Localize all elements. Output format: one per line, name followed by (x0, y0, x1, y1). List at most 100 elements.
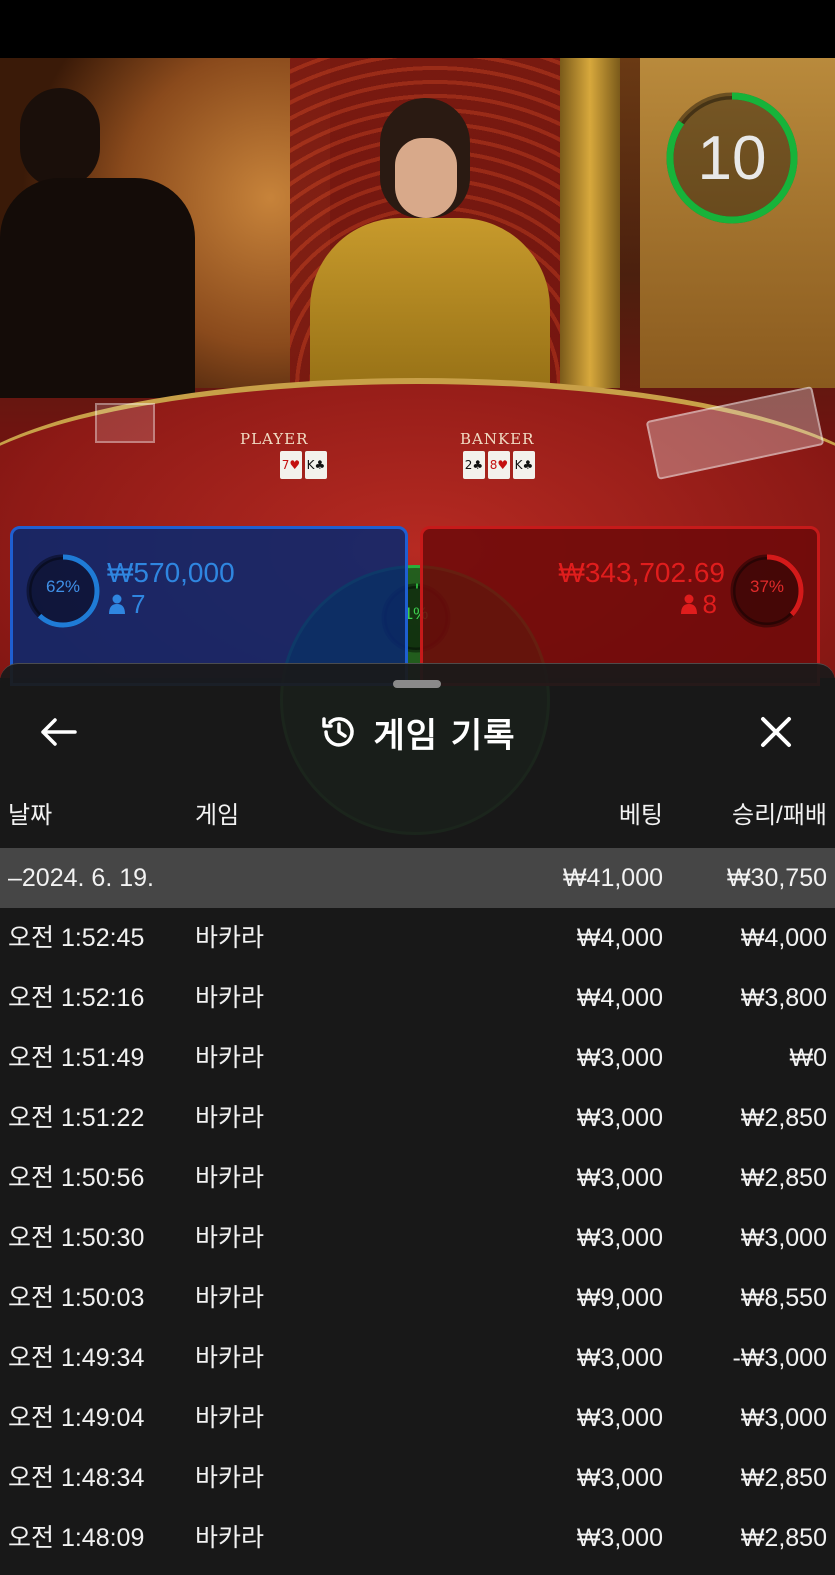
row-time: 오전 1:50:56 (8, 1164, 145, 1192)
table-row[interactable]: 오전 1:51:49 바카라 ₩3,000 ₩0 (0, 1028, 835, 1088)
row-win-loss: ₩3,000 (740, 1224, 827, 1252)
row-time: 오전 1:49:34 (8, 1344, 145, 1372)
status-bar (0, 0, 835, 58)
column-header-bet[interactable]: 베팅 (619, 786, 663, 846)
timer-value: 10 (697, 123, 767, 193)
date-group-date: –2024. 6. 19. (8, 864, 154, 892)
row-win-loss: ₩3,000 (740, 1404, 827, 1432)
row-time: 오전 1:51:49 (8, 1044, 145, 1072)
row-game: 바카라 (195, 1284, 265, 1312)
playing-card: 8♥ (488, 451, 510, 479)
back-button[interactable] (30, 704, 86, 760)
column-header-game[interactable]: 게임 (195, 786, 239, 846)
row-win-loss: ₩2,850 (740, 1524, 827, 1552)
row-win-loss: ₩0 (789, 1044, 828, 1072)
row-game: 바카라 (195, 924, 265, 952)
row-game: 바카라 (195, 1104, 265, 1132)
playing-card: 2♣ (463, 451, 485, 479)
row-win-loss: ₩8,550 (740, 1284, 827, 1312)
row-win-loss: ₩2,850 (740, 1104, 827, 1132)
column-header-win-loss[interactable]: 승리/패배 (732, 786, 827, 846)
history-icon (321, 717, 354, 747)
row-time: 오전 1:51:22 (8, 1104, 145, 1132)
sheet-drag-handle[interactable] (393, 680, 441, 688)
row-bet: ₩3,000 (576, 1224, 663, 1252)
table-row[interactable]: 오전 1:50:03 바카라 ₩9,000 ₩8,550 (0, 1268, 835, 1328)
banker-percent: 37% (749, 577, 785, 596)
player-bet-amount: ₩570,000 (107, 557, 235, 588)
row-time: 오전 1:50:30 (8, 1224, 145, 1252)
row-game: 바카라 (195, 1044, 265, 1072)
row-win-loss: ₩3,800 (740, 984, 827, 1012)
row-game: 바카라 (195, 1164, 265, 1192)
column-header-date[interactable]: 날짜 (8, 786, 52, 846)
history-rows: 오전 1:52:45 바카라 ₩4,000 ₩4,000 오전 1:52:16 바카라 ₩4… (0, 908, 835, 1568)
row-win-loss: ₩4,000 (740, 924, 827, 952)
playing-card: K♣ (305, 451, 327, 479)
history-table: 날짜 게임 베팅 승리/패배 –2024. 6. 19. ₩41,000 ₩30… (0, 786, 835, 1568)
person-icon (109, 594, 125, 614)
table-row[interactable]: 오전 1:51:22 바카라 ₩3,000 ₩2,850 (0, 1088, 835, 1148)
close-icon (761, 717, 791, 747)
dealer (300, 98, 550, 418)
row-time: 오전 1:52:16 (8, 984, 145, 1012)
row-time: 오전 1:49:04 (8, 1404, 145, 1432)
row-game: 바카라 (195, 1524, 265, 1552)
row-game: 바카라 (195, 1464, 265, 1492)
banker-count-value: 8 (702, 589, 717, 619)
row-win-loss: ₩2,850 (740, 1464, 827, 1492)
row-bet: ₩3,000 (576, 1464, 663, 1492)
row-bet: ₩3,000 (576, 1404, 663, 1432)
row-bet: ₩3,000 (576, 1344, 663, 1372)
countdown-timer: 10 (664, 90, 800, 226)
row-bet: ₩3,000 (576, 1044, 663, 1072)
banker-bet-amount: ₩343,702.69 (558, 557, 725, 588)
date-group-row[interactable]: –2024. 6. 19. ₩41,000 ₩30,750 (0, 848, 835, 908)
player-bet-spot[interactable]: 62% ₩570,000 7 (10, 526, 408, 686)
table-row[interactable]: 오전 1:52:45 바카라 ₩4,000 ₩4,000 (0, 908, 835, 968)
row-bet: ₩4,000 (576, 924, 663, 952)
table-row[interactable]: 오전 1:52:16 바카라 ₩4,000 ₩3,800 (0, 968, 835, 1028)
table-label-player: PLAYER (240, 430, 309, 448)
date-group-win-loss-total: ₩30,750 (726, 864, 827, 892)
sheet-title: 게임 기록 (373, 715, 516, 756)
table-row[interactable]: 오전 1:50:30 바카라 ₩3,000 ₩3,000 (0, 1208, 835, 1268)
table-row[interactable]: 오전 1:49:04 바카라 ₩3,000 ₩3,000 (0, 1388, 835, 1448)
row-bet: ₩3,000 (576, 1104, 663, 1132)
banker-cards: 2♣ 8♥ K♣ (463, 451, 535, 479)
card-box (95, 403, 155, 443)
playing-card: 7♥ (280, 451, 302, 479)
row-bet: ₩3,000 (576, 1524, 663, 1552)
person-icon (680, 594, 697, 614)
row-bet: ₩9,000 (576, 1284, 663, 1312)
date-group-bet-total: ₩41,000 (562, 864, 663, 892)
table-row[interactable]: 오전 1:50:56 바카라 ₩3,000 ₩2,850 (0, 1148, 835, 1208)
playing-card: K♣ (513, 451, 535, 479)
close-button[interactable] (748, 704, 804, 760)
table-row[interactable]: 오전 1:49:34 바카라 ₩3,000 -₩3,000 (0, 1328, 835, 1388)
sheet-header: 게임 기록 (0, 704, 835, 760)
row-game: 바카라 (195, 1224, 265, 1252)
banker-bet-spot[interactable]: ₩343,702.69 8 37% (420, 526, 820, 686)
player-count: 7 (109, 589, 145, 620)
game-history-sheet: 게임 기록 날짜 게임 베팅 승리/패배 –2024. 6. 19. ₩41,0… (0, 663, 835, 1575)
banker-count: 8 (680, 589, 717, 620)
row-game: 바카라 (195, 984, 265, 1012)
row-bet: ₩3,000 (576, 1164, 663, 1192)
croupier-assistant (0, 88, 200, 398)
player-count-value: 7 (131, 589, 146, 619)
row-game: 바카라 (195, 1344, 265, 1372)
table-header-row: 날짜 게임 베팅 승리/패배 (0, 786, 835, 848)
row-time: 오전 1:48:34 (8, 1464, 145, 1492)
row-win-loss: ₩2,850 (740, 1164, 827, 1192)
arrow-left-icon (41, 718, 77, 746)
table-row[interactable]: 오전 1:48:34 바카라 ₩3,000 ₩2,850 (0, 1448, 835, 1508)
player-cards: 7♥ K♣ (280, 451, 327, 479)
row-time: 오전 1:50:03 (8, 1284, 145, 1312)
row-time: 오전 1:48:09 (8, 1524, 145, 1552)
row-bet: ₩4,000 (576, 984, 663, 1012)
table-row[interactable]: 오전 1:48:09 바카라 ₩3,000 ₩2,850 (0, 1508, 835, 1568)
player-percent: 62% (45, 577, 81, 596)
row-win-loss: -₩3,000 (732, 1344, 827, 1372)
row-time: 오전 1:52:45 (8, 924, 145, 952)
